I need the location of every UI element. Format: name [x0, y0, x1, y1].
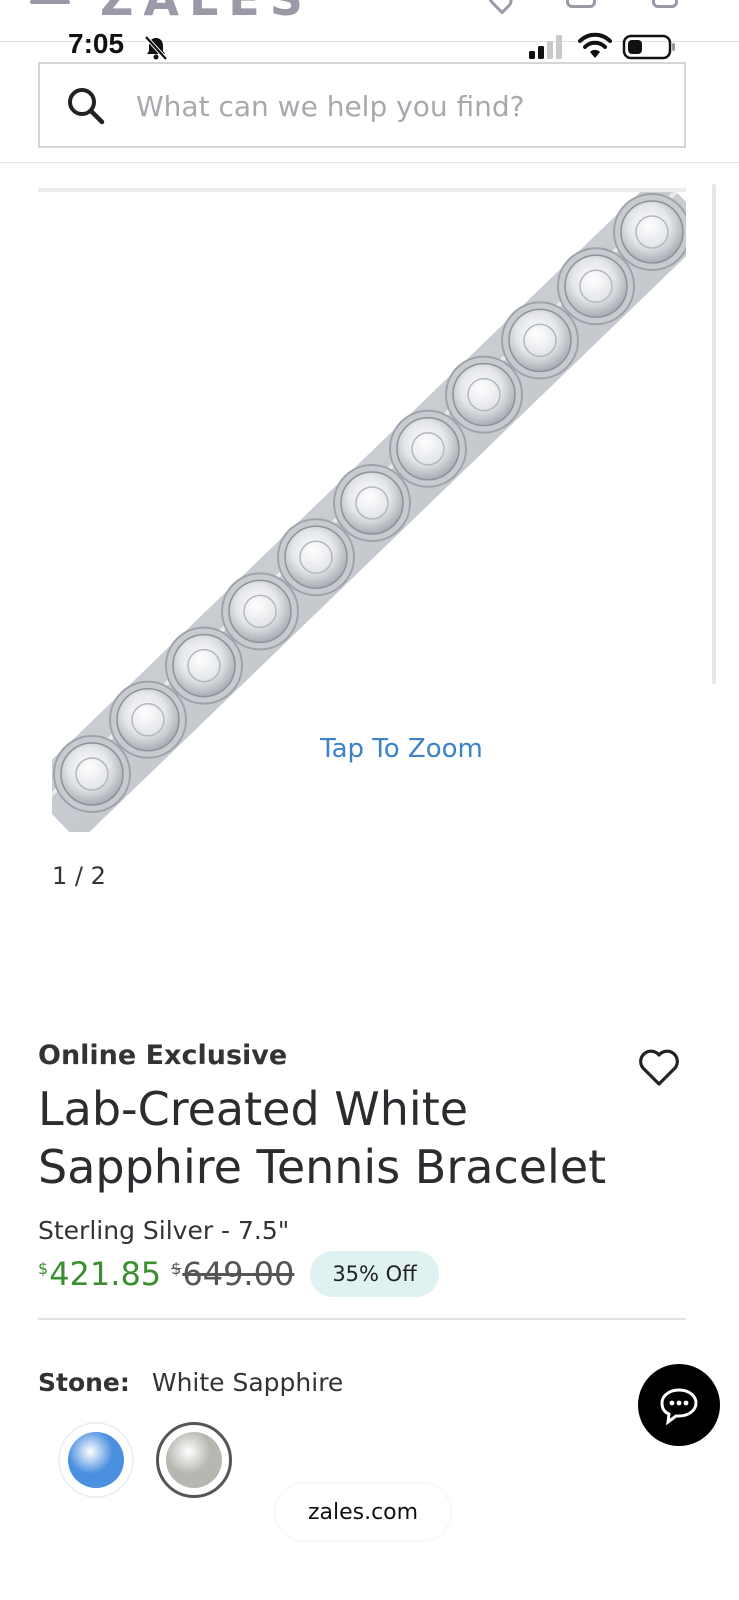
swatch-white-sapphire[interactable]: [156, 1422, 232, 1498]
bracelet-stone: [116, 688, 180, 752]
cell-signal-icon: [529, 35, 562, 59]
search-input[interactable]: [136, 82, 656, 130]
bracelet-stone: [340, 471, 404, 535]
bracelet-stone: [452, 362, 516, 427]
original-price-currency: $: [171, 1259, 182, 1278]
sale-price-value: 421.85: [49, 1255, 162, 1293]
section-divider: [38, 1318, 686, 1320]
stone-label: Stone:: [38, 1368, 130, 1397]
chat-button[interactable]: [638, 1364, 720, 1446]
tap-to-zoom-label: Tap To Zoom: [320, 734, 483, 764]
menu-icon[interactable]: [30, 0, 70, 4]
search-icon[interactable]: [64, 84, 108, 128]
chat-bubble-icon: [660, 1388, 698, 1426]
search-divider: [0, 162, 739, 163]
product-gallery[interactable]: Tap To Zoom: [38, 188, 686, 838]
gallery-scrollbar[interactable]: [712, 184, 716, 684]
tap-to-zoom[interactable]: Tap To Zoom: [288, 730, 491, 768]
favorites-icon[interactable]: [482, 0, 518, 15]
original-price-value: 649.00: [182, 1255, 295, 1293]
sale-price: $ 421.85: [38, 1255, 161, 1293]
browser-url-bar[interactable]: zales.com: [276, 1484, 450, 1540]
bracelet-stone: [228, 579, 292, 644]
bracelet-stone: [284, 525, 348, 589]
discount-badge: 35% Off: [310, 1251, 439, 1297]
bag-icon[interactable]: [652, 0, 678, 8]
bracelet-stone: [620, 200, 684, 264]
stone-value: White Sapphire: [151, 1368, 344, 1397]
product-title: Lab-Created White Sapphire Tennis Bracel…: [38, 1082, 607, 1194]
swatch-blue-sapphire[interactable]: [58, 1422, 134, 1498]
search-bar[interactable]: [38, 62, 686, 148]
white-gem-icon: [166, 1432, 222, 1488]
stone-selector-label: Stone: White Sapphire: [38, 1368, 343, 1397]
bracelet-stone: [172, 633, 236, 698]
product-variant: Sterling Silver - 7.5": [38, 1216, 290, 1245]
brand-logo[interactable]: ZALES: [100, 0, 313, 26]
wifi-icon: [578, 32, 612, 58]
bracelet-stone: [508, 308, 572, 373]
sale-price-currency: $: [38, 1259, 49, 1278]
account-icon[interactable]: [566, 0, 596, 8]
original-price: $ 649.00: [171, 1255, 294, 1293]
bracelet-stone: [396, 417, 460, 481]
status-time: 7:05: [68, 28, 125, 59]
bracelet-stone: [564, 254, 628, 318]
bell-muted-icon: [144, 35, 168, 61]
bracelet-stone: [60, 742, 124, 806]
battery-icon: [622, 34, 675, 60]
online-exclusive-badge: Online Exclusive: [38, 1040, 288, 1071]
blue-gem-icon: [68, 1432, 124, 1488]
gallery-page-counter: 1 / 2: [52, 862, 106, 890]
status-bar: 7:05: [0, 28, 739, 64]
price-row: $ 421.85 $ 649.00 35% Off: [38, 1250, 439, 1298]
